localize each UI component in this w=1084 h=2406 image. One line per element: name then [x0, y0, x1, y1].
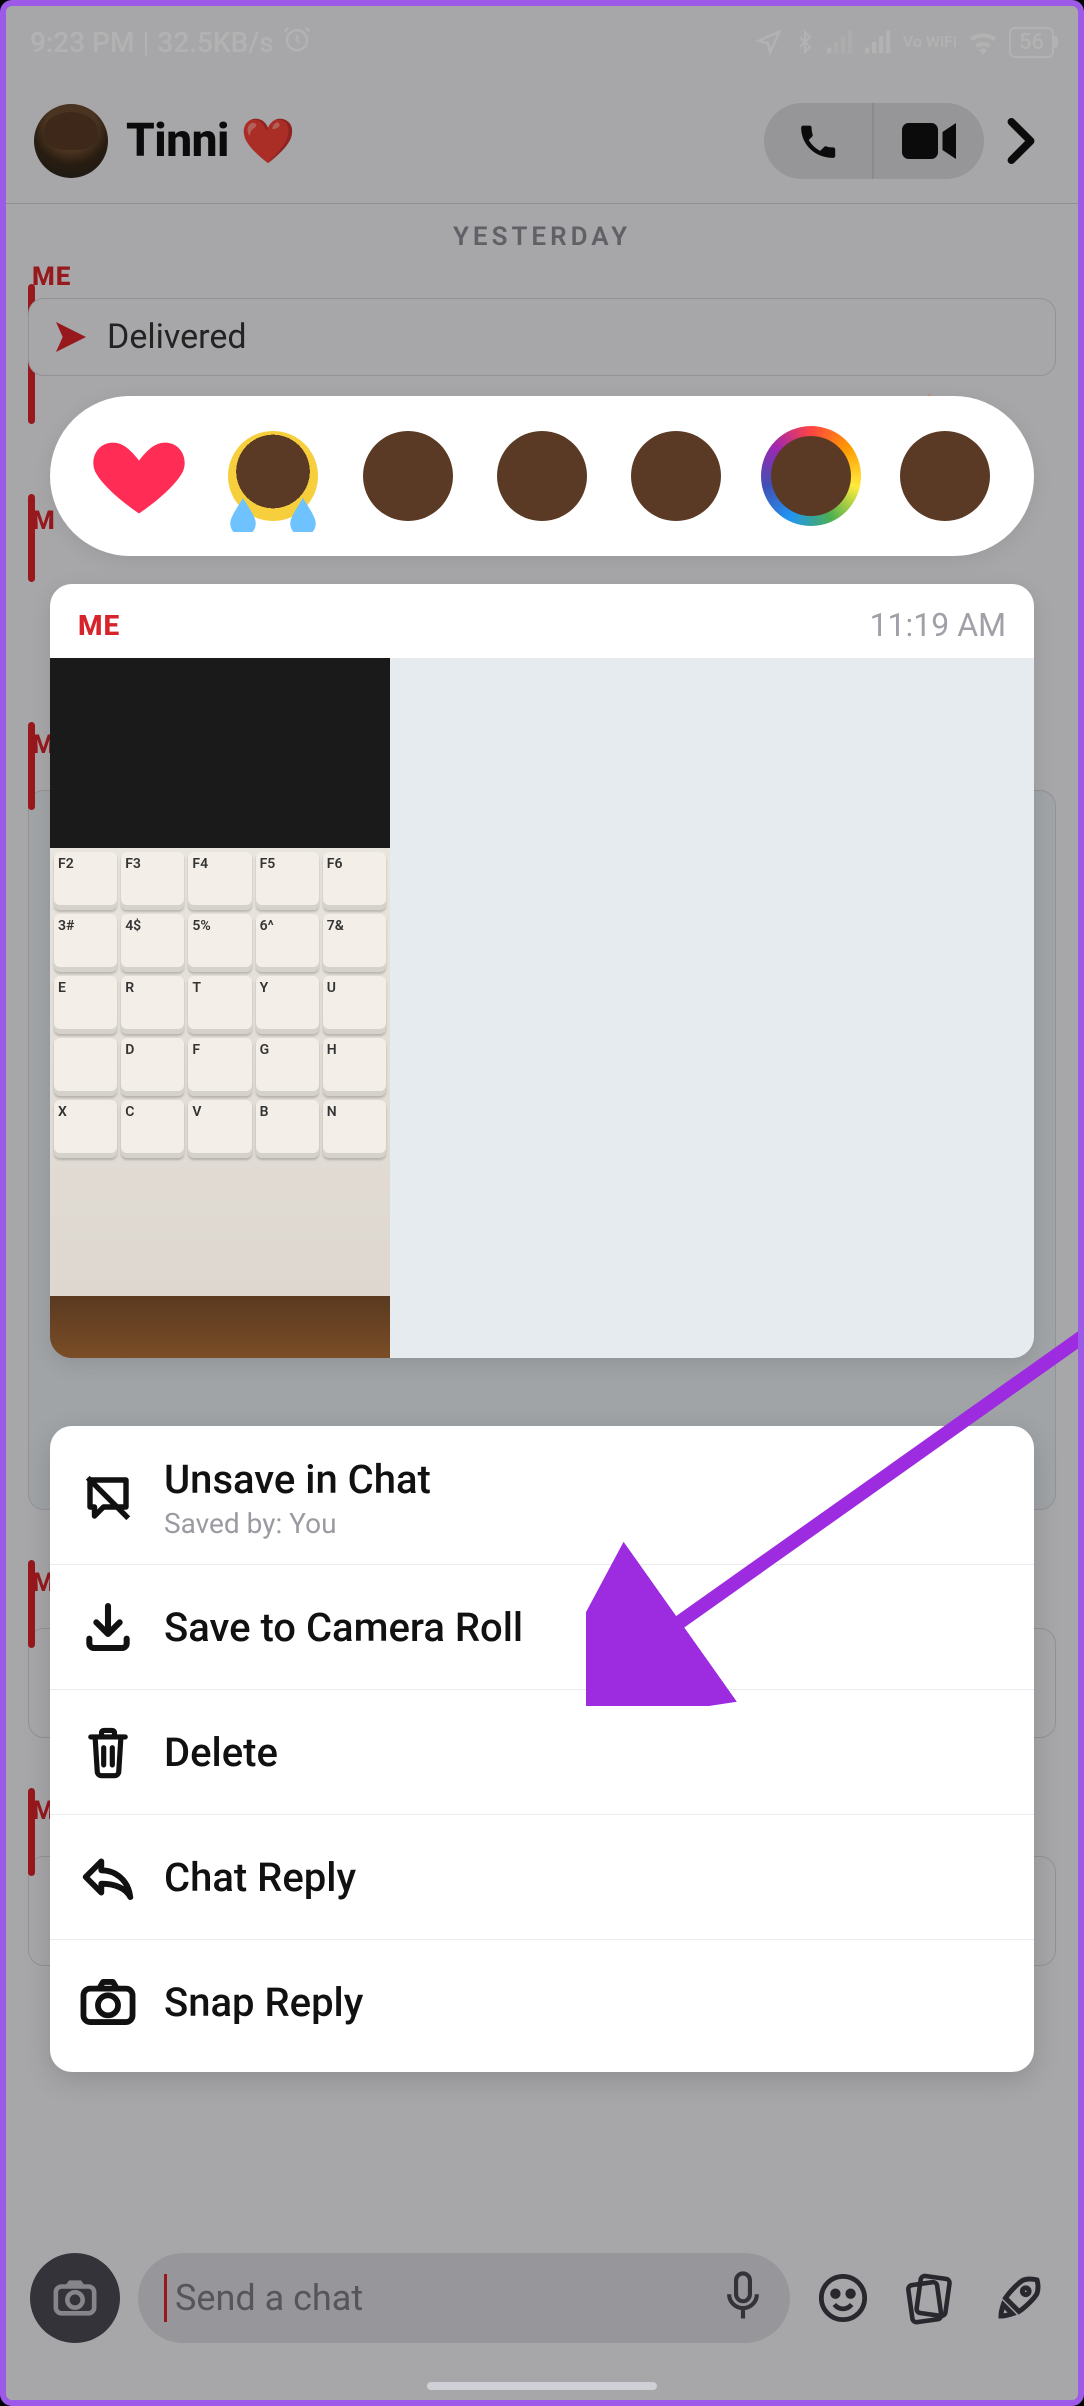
- reply-icon: [78, 1847, 138, 1907]
- action-delete[interactable]: Delete: [50, 1690, 1034, 1815]
- keyboard-key: F2: [54, 852, 117, 910]
- keyboard-key: D: [121, 1038, 184, 1096]
- action-unsave-label: Unsave in Chat: [164, 1456, 431, 1503]
- action-sheet: Unsave in Chat Saved by: You Save to Cam…: [50, 1426, 1034, 2072]
- action-snap-reply-label: Snap Reply: [164, 1979, 363, 2026]
- download-icon: [78, 1597, 138, 1657]
- card-sender-label: ME: [78, 609, 120, 642]
- message-image[interactable]: F2F3F4F5F6 3#4$5%6^7&ERTYU DFGH XCVBN: [50, 658, 1034, 1358]
- keyboard-key: F5: [256, 852, 319, 910]
- keyboard-key: F4: [188, 852, 251, 910]
- keyboard-key: 6^: [256, 914, 319, 972]
- action-delete-label: Delete: [164, 1729, 278, 1776]
- keyboard-key: C: [121, 1100, 184, 1158]
- keyboard-key: V: [188, 1100, 251, 1158]
- keyboard-key: F3: [121, 852, 184, 910]
- reaction-laugh[interactable]: [219, 422, 327, 530]
- keyboard-key: U: [323, 976, 386, 1034]
- action-unsave[interactable]: Unsave in Chat Saved by: You: [50, 1426, 1034, 1565]
- keyboard-key: 4$: [121, 914, 184, 972]
- reaction-thumbs-down[interactable]: [622, 422, 730, 530]
- keyboard-key: 7&: [323, 914, 386, 972]
- action-snap-reply[interactable]: Snap Reply: [50, 1940, 1034, 2072]
- action-save-camera-roll[interactable]: Save to Camera Roll: [50, 1565, 1034, 1690]
- keyboard-key: F6: [323, 852, 386, 910]
- reaction-thumbs-up[interactable]: [488, 422, 596, 530]
- reaction-fire[interactable]: [354, 422, 462, 530]
- action-save-label: Save to Camera Roll: [164, 1604, 523, 1651]
- selected-message-card: ME 11:19 AM F2F3F4F5F6 3#4$5%6^7&ERTYU DFG…: [50, 584, 1034, 1358]
- card-time-label: 11:19 AM: [870, 606, 1006, 644]
- keyboard-key: 5%: [188, 914, 251, 972]
- reaction-heart[interactable]: [85, 422, 193, 530]
- keyboard-key: B: [256, 1100, 319, 1158]
- keyboard-key: N: [323, 1100, 386, 1158]
- action-chat-reply[interactable]: Chat Reply: [50, 1815, 1034, 1940]
- keyboard-key: X: [54, 1100, 117, 1158]
- reaction-amazed[interactable]: [757, 422, 865, 530]
- keyboard-key: F: [188, 1038, 251, 1096]
- action-unsave-sub: Saved by: You: [164, 1507, 431, 1540]
- keyboard-key: H: [323, 1038, 386, 1096]
- camera-icon: [78, 1972, 138, 2032]
- reaction-mindblown[interactable]: [891, 422, 999, 530]
- keyboard-key: [54, 1038, 117, 1096]
- keyboard-key: G: [256, 1038, 319, 1096]
- keyboard-key: T: [188, 976, 251, 1034]
- keyboard-key: Y: [256, 976, 319, 1034]
- reaction-bar: [50, 396, 1034, 556]
- keyboard-key: R: [121, 976, 184, 1034]
- unsave-icon: [78, 1468, 138, 1528]
- keyboard-key: 3#: [54, 914, 117, 972]
- keyboard-key: E: [54, 976, 117, 1034]
- action-chat-reply-label: Chat Reply: [164, 1854, 356, 1901]
- trash-icon: [78, 1722, 138, 1782]
